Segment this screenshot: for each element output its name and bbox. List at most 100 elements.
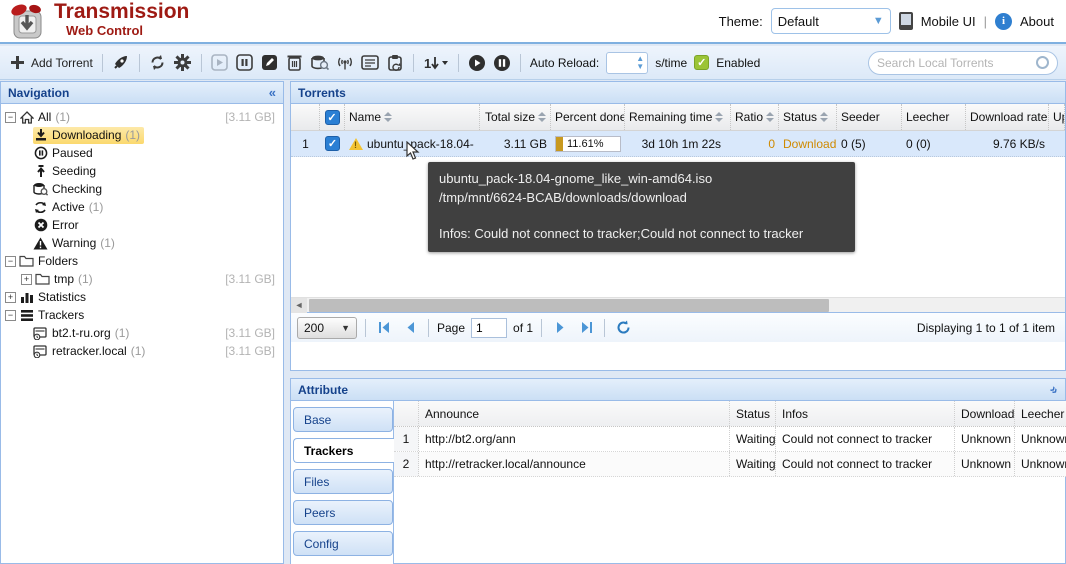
home-icon xyxy=(19,110,34,125)
expand-plus-icon[interactable]: + xyxy=(5,292,16,303)
nav-item-active[interactable]: Active (1) xyxy=(3,198,281,216)
download-cell: Unknown xyxy=(955,427,1015,451)
add-torrent-label: Add Torrent xyxy=(31,56,93,70)
column-percent-done[interactable]: Percent done xyxy=(551,104,625,130)
search-input[interactable] xyxy=(877,56,1036,70)
column-download-rate[interactable]: Download rate xyxy=(966,104,1049,130)
page-size-select[interactable]: 200 ▼ xyxy=(297,317,357,339)
column-ratio[interactable]: Ratio xyxy=(731,104,779,130)
search-box[interactable] xyxy=(868,51,1058,75)
rocket-icon[interactable] xyxy=(112,54,130,72)
status-cell: Waiting xyxy=(730,452,776,476)
nav-item-paused[interactable]: Paused xyxy=(3,144,281,162)
column-status[interactable]: Status xyxy=(779,104,837,130)
nav-item-tracker-retracker[interactable]: retracker.local (1) [3.11 GB] xyxy=(3,342,281,360)
plus-icon xyxy=(8,54,26,72)
collapse-minus-icon[interactable]: − xyxy=(5,310,16,321)
column-remaining-time[interactable]: Remaining time xyxy=(625,104,731,130)
theme-select[interactable]: Default ▼ xyxy=(771,8,891,34)
nav-item-checking[interactable]: Checking xyxy=(3,180,281,198)
tab-peers[interactable]: Peers xyxy=(293,500,393,525)
error-icon xyxy=(33,218,48,233)
mobile-phone-icon xyxy=(899,12,913,30)
column-leecher[interactable]: Leecher xyxy=(902,104,966,130)
server-stack-icon xyxy=(19,308,34,323)
edit-icon[interactable] xyxy=(261,54,279,72)
next-page-button[interactable] xyxy=(550,318,570,338)
nav-item-downloading[interactable]: Downloading (1) xyxy=(3,126,281,144)
progress-fill xyxy=(556,137,563,151)
tab-trackers[interactable]: Trackers xyxy=(293,438,395,463)
column-upload-rate[interactable]: Upload rate xyxy=(1049,104,1065,130)
nav-item-trackers[interactable]: − Trackers xyxy=(3,306,281,324)
toolbar-separator xyxy=(458,54,459,72)
tracker-row[interactable]: 2 http://retracker.local/announce Waitin… xyxy=(394,452,1066,477)
details-icon[interactable] xyxy=(361,54,379,72)
column-announce[interactable]: Announce xyxy=(419,401,730,426)
refresh-icon[interactable] xyxy=(149,54,167,72)
row-checkbox[interactable]: ✓ xyxy=(320,131,345,156)
select-all-checkbox[interactable]: ✓ xyxy=(320,104,345,130)
mobile-ui-link[interactable]: Mobile UI xyxy=(921,14,976,29)
scroll-left-icon[interactable]: ◄ xyxy=(291,298,307,313)
sort-order-icon[interactable]: 1 xyxy=(423,54,449,72)
warning-icon xyxy=(33,236,48,251)
tab-files[interactable]: Files xyxy=(293,469,393,494)
spinner-down-icon[interactable]: ▼ xyxy=(636,63,644,71)
collapse-minus-icon[interactable]: − xyxy=(5,112,16,123)
nav-item-all[interactable]: − All (1) [3.11 GB] xyxy=(3,108,281,126)
page-number-input[interactable] xyxy=(471,318,507,338)
column-total-size[interactable]: Total size xyxy=(480,104,551,130)
nav-size: [3.11 GB] xyxy=(225,326,275,340)
nav-item-error[interactable]: Error xyxy=(3,216,281,234)
column-name[interactable]: Name xyxy=(345,104,480,130)
nav-label: tmp xyxy=(54,272,74,286)
collapse-down-icon[interactable]: » xyxy=(1047,382,1063,398)
announce-tracker-icon[interactable] xyxy=(336,54,354,72)
nav-count: (1) xyxy=(131,344,146,358)
first-page-button[interactable] xyxy=(374,318,394,338)
auto-reload-input[interactable]: ▲ ▼ xyxy=(606,52,648,74)
nav-item-seeding[interactable]: Seeding xyxy=(3,162,281,180)
expand-plus-icon[interactable]: + xyxy=(21,274,32,285)
status-cell: Waiting xyxy=(730,427,776,451)
refresh-page-icon[interactable] xyxy=(613,318,633,338)
nav-item-statistics[interactable]: + Statistics xyxy=(3,288,281,306)
add-torrent-button[interactable]: Add Torrent xyxy=(8,54,93,72)
app-header: Transmission Web Control Theme: Default … xyxy=(0,0,1066,44)
copy-path-icon[interactable] xyxy=(386,54,404,72)
tab-base[interactable]: Base xyxy=(293,407,393,432)
start-all-icon[interactable] xyxy=(468,54,486,72)
nav-item-folders[interactable]: − Folders xyxy=(3,252,281,270)
horizontal-scrollbar[interactable]: ◄ xyxy=(291,297,1065,312)
pause-torrent-icon[interactable] xyxy=(236,54,254,72)
nav-count: (1) xyxy=(78,272,93,286)
start-torrent-icon[interactable] xyxy=(211,54,229,72)
enabled-checkbox[interactable]: ✓ xyxy=(694,55,709,70)
tab-config[interactable]: Config xyxy=(293,531,393,556)
torrents-header-row: ✓ Name Total size Percent done Remaining… xyxy=(291,104,1065,131)
announce-cell: http://retracker.local/announce xyxy=(419,452,730,476)
gear-icon[interactable] xyxy=(174,54,192,72)
collapse-left-icon[interactable]: « xyxy=(269,85,276,100)
column-infos[interactable]: Infos xyxy=(776,401,955,426)
pause-all-icon[interactable] xyxy=(493,54,511,72)
nav-size: [3.11 GB] xyxy=(225,110,275,124)
prev-page-button[interactable] xyxy=(400,318,420,338)
column-status[interactable]: Status xyxy=(730,401,776,426)
nav-item-warning[interactable]: Warning (1) xyxy=(3,234,281,252)
collapse-minus-icon[interactable]: − xyxy=(5,256,16,267)
nav-item-tracker-bt2[interactable]: bt2.t-ru.org (1) [3.11 GB] xyxy=(3,324,281,342)
about-link[interactable]: About xyxy=(1020,14,1054,29)
tracker-row[interactable]: 1 http://bt2.org/ann Waiting Could not c… xyxy=(394,427,1066,452)
last-page-button[interactable] xyxy=(576,318,596,338)
recheck-data-icon[interactable] xyxy=(311,54,329,72)
row-number: 1 xyxy=(394,427,419,451)
trash-icon[interactable] xyxy=(286,54,304,72)
nav-item-tmp[interactable]: + tmp (1) [3.11 GB] xyxy=(3,270,281,288)
scrollbar-thumb[interactable] xyxy=(309,299,829,312)
column-seeder[interactable]: Seeder xyxy=(837,104,902,130)
column-download[interactable]: Download xyxy=(955,401,1015,426)
torrents-title-bar: Torrents xyxy=(291,82,1065,104)
column-leecher[interactable]: Leecher count xyxy=(1015,401,1066,426)
